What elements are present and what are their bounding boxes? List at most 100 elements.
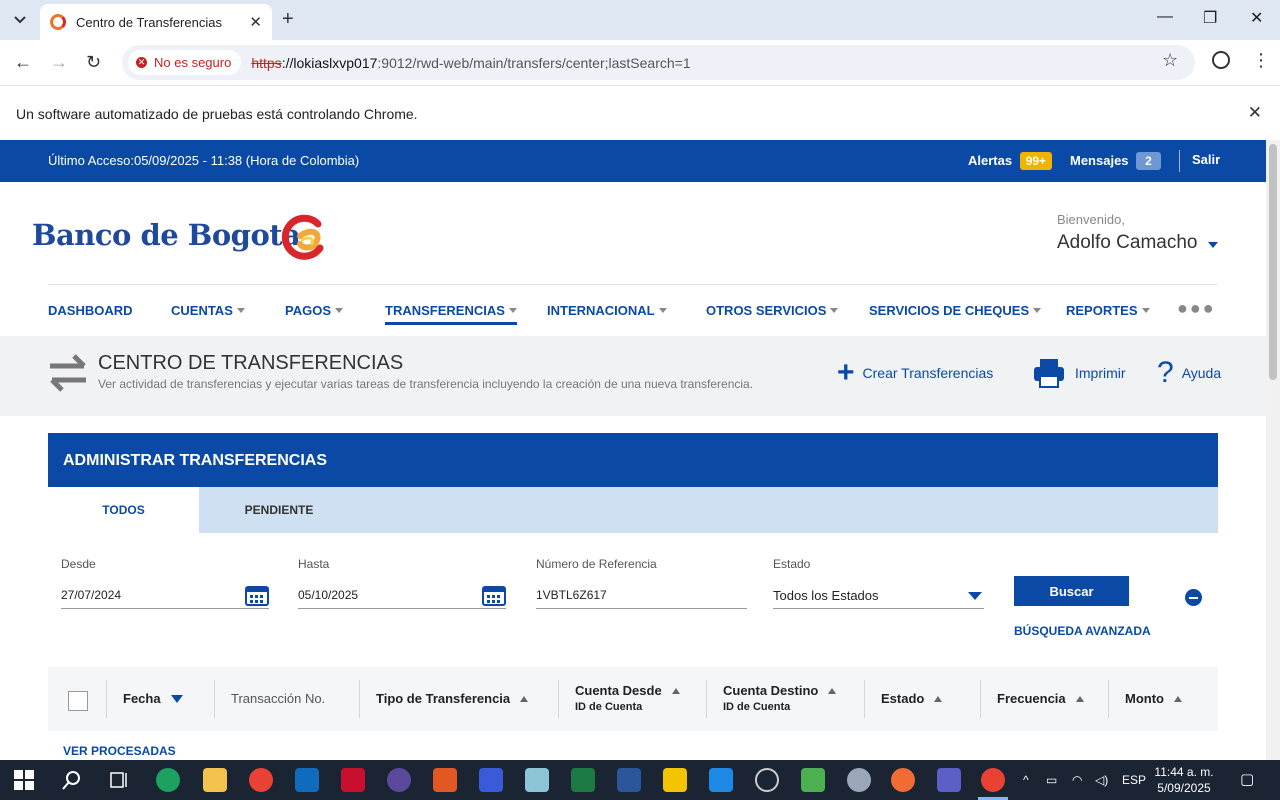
column-to-account[interactable]: Cuenta Destino bbox=[723, 683, 837, 698]
eclipse-icon[interactable] bbox=[387, 768, 411, 792]
collapse-filters-icon[interactable] bbox=[1185, 589, 1202, 606]
advanced-search-link[interactable]: BÚSQUEDA AVANZADA bbox=[1014, 624, 1151, 638]
url-host: ://lokiaslxvp017 bbox=[281, 54, 378, 71]
close-infobar-icon[interactable]: ✕ bbox=[1248, 103, 1262, 123]
column-divider bbox=[558, 680, 559, 718]
more-menu-icon[interactable]: ●●● bbox=[1177, 298, 1216, 319]
calendar-icon[interactable] bbox=[245, 584, 269, 606]
chrome-active-icon[interactable] bbox=[981, 768, 1005, 792]
select-all-checkbox[interactable] bbox=[68, 691, 88, 711]
nav-internacional[interactable]: INTERNACIONAL bbox=[547, 303, 667, 318]
browser-tab[interactable]: Centro de Transferencias ✕ bbox=[40, 4, 272, 40]
column-type[interactable]: Tipo de Transferencia bbox=[376, 691, 529, 706]
tab-pendiente[interactable]: PENDIENTE bbox=[199, 487, 359, 533]
user-menu-caret-icon[interactable] bbox=[1208, 242, 1218, 248]
bank-top-bar: Último Acceso:05/09/2025 - 11:38 (Hora d… bbox=[0, 140, 1266, 182]
security-chip[interactable]: ✕ No es seguro bbox=[128, 50, 242, 75]
alerts-label: Alertas bbox=[968, 153, 1013, 168]
help-button[interactable]: ? Ayuda bbox=[1157, 356, 1221, 390]
transfer-arrows-icon bbox=[50, 354, 86, 392]
vscode-icon[interactable] bbox=[709, 768, 733, 792]
from-date-field[interactable]: 27/07/2024 bbox=[61, 581, 269, 609]
url-text[interactable]: https://lokiaslxvp017:9012/rwd-web/main/… bbox=[251, 55, 690, 71]
chrome-icon[interactable] bbox=[249, 768, 273, 792]
to-date-field[interactable]: 05/10/2025 bbox=[298, 581, 506, 609]
address-bar[interactable]: ✕ No es seguro https://lokiaslxvp017:901… bbox=[122, 45, 1195, 80]
tab-search-button[interactable] bbox=[6, 6, 34, 34]
create-transfer-label: Crear Transferencias bbox=[862, 365, 994, 381]
windows-start-icon[interactable] bbox=[12, 768, 36, 792]
nav-pagos[interactable]: PAGOS bbox=[285, 303, 343, 318]
reload-icon[interactable]: ↻ bbox=[86, 52, 101, 73]
close-tab-icon[interactable]: ✕ bbox=[249, 13, 262, 31]
page-scrollbar[interactable] bbox=[1266, 140, 1280, 760]
tray-chevron-icon[interactable]: ^ bbox=[1023, 773, 1029, 787]
search-button[interactable]: Buscar bbox=[1014, 576, 1129, 606]
column-to-sub: ID de Cuenta bbox=[723, 701, 791, 713]
alerts-link[interactable]: Alertas 99+ bbox=[968, 152, 1053, 170]
outlook-icon[interactable] bbox=[295, 768, 319, 792]
forward-icon[interactable]: → bbox=[50, 52, 68, 73]
file-explorer-icon[interactable] bbox=[203, 768, 227, 792]
edge-icon[interactable] bbox=[156, 768, 180, 792]
chrome-menu-icon[interactable]: ⋮ bbox=[1252, 50, 1270, 71]
clock-date: 5/09/2025 bbox=[1157, 781, 1211, 795]
language-indicator[interactable]: ESP bbox=[1122, 773, 1146, 787]
minimize-icon[interactable]: — bbox=[1157, 8, 1173, 26]
page-title: CENTRO DE TRANSFERENCIAS bbox=[98, 352, 404, 374]
profile-icon[interactable] bbox=[1212, 51, 1230, 69]
battery-icon[interactable]: ▭ bbox=[1046, 773, 1057, 787]
messages-link[interactable]: Mensajes 2 bbox=[1070, 152, 1161, 170]
view-processed-link[interactable]: VER PROCESADAS bbox=[63, 744, 176, 758]
intellij-icon[interactable] bbox=[479, 768, 503, 792]
user-name[interactable]: Adolfo Camacho bbox=[1057, 232, 1197, 254]
search-icon[interactable] bbox=[60, 768, 84, 792]
nav-reportes[interactable]: REPORTES bbox=[1066, 303, 1150, 318]
volume-icon[interactable]: ◁) bbox=[1095, 773, 1108, 787]
sticky-notes-icon[interactable] bbox=[663, 768, 687, 792]
excel-icon[interactable] bbox=[571, 768, 595, 792]
column-amount[interactable]: Monto bbox=[1125, 691, 1182, 706]
back-icon[interactable]: ← bbox=[14, 52, 32, 73]
close-window-icon[interactable]: ✕ bbox=[1250, 8, 1263, 28]
app-icon[interactable] bbox=[755, 768, 779, 792]
nav-cuentas[interactable]: CUENTAS bbox=[171, 303, 245, 318]
app-icon[interactable] bbox=[433, 768, 457, 792]
print-button[interactable]: Imprimir bbox=[1033, 358, 1126, 388]
restore-icon[interactable]: ❐ bbox=[1203, 8, 1217, 28]
select-caret-icon[interactable] bbox=[968, 592, 982, 600]
new-tab-button[interactable]: + bbox=[282, 8, 294, 31]
app-icon[interactable] bbox=[525, 768, 549, 792]
divider bbox=[1179, 150, 1180, 172]
nav-transferencias[interactable]: TRANSFERENCIAS bbox=[385, 303, 517, 325]
column-from-account[interactable]: Cuenta Desde bbox=[575, 683, 680, 698]
tab-todos[interactable]: TODOS bbox=[48, 487, 199, 533]
logout-link[interactable]: Salir bbox=[1192, 152, 1220, 167]
bookmark-star-icon[interactable]: ☆ bbox=[1162, 50, 1178, 71]
column-frequency[interactable]: Frecuencia bbox=[997, 691, 1084, 706]
wifi-icon[interactable]: ◠ bbox=[1072, 773, 1082, 787]
status-select[interactable]: Todos los Estados bbox=[773, 581, 984, 609]
postman-icon[interactable] bbox=[891, 768, 915, 792]
calendar-icon[interactable] bbox=[482, 584, 506, 606]
word-icon[interactable] bbox=[617, 768, 641, 792]
column-label: Frecuencia bbox=[997, 691, 1066, 706]
nav-servicios-de-cheques[interactable]: SERVICIOS DE CHEQUES bbox=[869, 303, 1042, 318]
app-icon[interactable] bbox=[847, 768, 871, 792]
notifications-icon[interactable]: ▢ bbox=[1240, 770, 1254, 788]
filezilla-icon[interactable] bbox=[341, 768, 365, 792]
column-status[interactable]: Estado bbox=[881, 691, 943, 706]
reference-number-field[interactable]: 1VBTL6Z617 bbox=[536, 581, 747, 609]
sort-asc-icon bbox=[671, 688, 680, 694]
clock[interactable]: 11:44 a. m. 5/09/2025 bbox=[1150, 764, 1218, 796]
bank-logo-text[interactable]: Banco de Bogotá bbox=[32, 218, 301, 252]
task-view-icon[interactable] bbox=[107, 768, 131, 792]
create-transfer-button[interactable]: + Crear Transferencias bbox=[837, 356, 993, 390]
nav-otros-servicios[interactable]: OTROS SERVICIOS bbox=[706, 303, 839, 318]
nav-dashboard[interactable]: DASHBOARD bbox=[48, 303, 133, 318]
teams-icon[interactable] bbox=[937, 768, 961, 792]
app-icon[interactable] bbox=[801, 768, 825, 792]
bank-logo-icon[interactable] bbox=[280, 214, 328, 262]
scrollbar-thumb[interactable] bbox=[1269, 144, 1277, 380]
column-date[interactable]: Fecha bbox=[123, 691, 183, 706]
